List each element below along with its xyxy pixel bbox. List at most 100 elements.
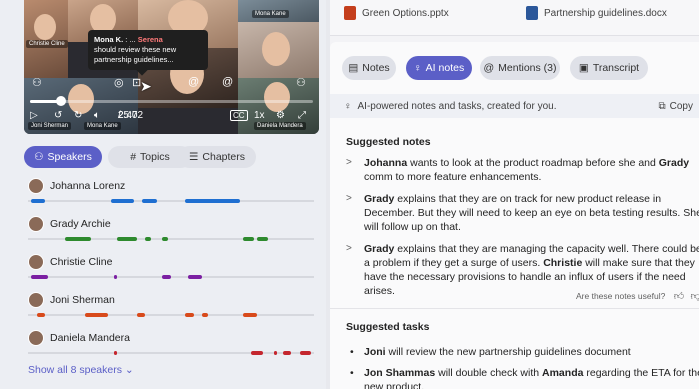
chevron-right-icon[interactable]: >: [346, 242, 352, 256]
feedback-question: Are these notes useful?: [576, 291, 666, 301]
progress-bar[interactable]: [30, 96, 313, 106]
settings-icon[interactable]: ⚙: [276, 110, 285, 121]
speaking-segment: [242, 313, 257, 317]
speaking-segment: [113, 275, 117, 279]
tab-transcript[interactable]: ▣ Transcript: [570, 56, 648, 80]
play-icon[interactable]: ▷: [30, 110, 38, 121]
suggested-note[interactable]: > Grady explains that they are on track f…: [346, 192, 699, 234]
chevron-down-icon: ⌄: [124, 364, 134, 376]
thumbs-up-icon[interactable]: 👍︎: [674, 291, 684, 302]
thumbs-down-icon[interactable]: 👎︎: [691, 291, 699, 302]
video-player[interactable]: Christie Cline Mona Kane Joni Sherman Mo…: [24, 0, 319, 134]
tab-chapters[interactable]: ☰ Chapters: [178, 146, 256, 168]
tab-ai-notes[interactable]: ♀ AI notes: [406, 56, 472, 80]
people-marker-icon[interactable]: ⚇: [32, 76, 42, 89]
speaker-row[interactable]: Grady Archie: [28, 216, 318, 254]
speaker-timeline[interactable]: [28, 275, 314, 279]
video-tile: Mona Kane: [238, 0, 319, 22]
suggested-note[interactable]: > Johanna wants to look at the product ro…: [346, 156, 699, 184]
show-all-speakers-link[interactable]: Show all 8 speakers ⌄: [28, 364, 134, 376]
speaking-segment: [30, 199, 46, 203]
right-panel: Green Options.pptx Partnership guideline…: [330, 0, 699, 389]
speaking-segment: [185, 313, 194, 317]
speaking-segment: [30, 275, 49, 279]
fullscreen-icon[interactable]: ⤢: [298, 110, 306, 121]
file-row: Green Options.pptx Partnership guideline…: [330, 0, 699, 36]
marker-row: ⚇ ◎ ⊡ @ @ ⚇: [24, 76, 319, 94]
speaker-name: Christie Cline: [50, 256, 113, 268]
avatar: [28, 330, 44, 346]
file-chip[interactable]: Partnership guidelines.docx: [526, 2, 667, 24]
speaking-segment: [142, 199, 157, 203]
speaking-segment: [256, 237, 269, 241]
comment-marker-icon[interactable]: ◎: [114, 76, 124, 89]
speaker-row[interactable]: Daniela Mandera: [28, 330, 318, 368]
speaker-timeline[interactable]: [28, 313, 314, 317]
speaker-row[interactable]: Joni Sherman: [28, 292, 318, 330]
video-tile: [238, 22, 319, 78]
suggested-task[interactable]: • Jon Shammas will double check with Aman…: [350, 366, 699, 389]
speaking-segment: [251, 351, 263, 355]
speaking-segment: [202, 313, 209, 317]
tile-name: Mona Kane: [252, 10, 289, 18]
mention-marker-icon[interactable]: @: [222, 76, 233, 88]
volume-icon[interactable]: 🔈︎: [94, 110, 100, 121]
tab-mentions[interactable]: @ Mentions (3): [480, 56, 560, 80]
tooltip-author: Mona K.: [94, 35, 124, 44]
mouse-cursor-icon: ➤: [140, 78, 152, 94]
file-chip[interactable]: Green Options.pptx: [344, 2, 449, 24]
avatar: [28, 292, 44, 308]
captions-icon[interactable]: CC: [230, 110, 248, 121]
chevron-right-icon[interactable]: >: [346, 156, 352, 170]
speaking-segment: [116, 237, 137, 241]
lightbulb-icon: ♀: [344, 100, 352, 112]
note-text: Johanna wants to look at the product roa…: [364, 157, 690, 183]
video-tile: Christie Cline: [24, 0, 68, 78]
speaking-segment: [188, 275, 203, 279]
speaking-segment: [113, 351, 117, 355]
tab-speakers[interactable]: ⚇ Speakers: [24, 146, 102, 168]
speaker-name: Joni Sherman: [50, 294, 115, 306]
speaker-name: Grady Archie: [50, 218, 111, 230]
left-panel: Christie Cline Mona Kane Joni Sherman Mo…: [0, 0, 326, 389]
chapters-icon: ☰: [188, 151, 199, 163]
at-icon: @: [483, 62, 495, 74]
tab-notes[interactable]: ▤ Notes: [342, 56, 396, 80]
speakers-icon: ⚇: [34, 151, 44, 163]
speaking-segment: [282, 351, 292, 355]
avatar: [28, 216, 44, 232]
speaking-segment: [36, 313, 46, 317]
player-controls: ▷ ↺ ↻ 🔈︎ 2:47 / 25:02 CC 1x ⚙ ⤢: [30, 110, 306, 121]
people-marker-icon[interactable]: ⚇: [296, 76, 306, 89]
speaker-row[interactable]: Johanna Lorenz: [28, 178, 318, 216]
tooltip-text: should review these new partnership guid…: [94, 45, 177, 64]
mention-marker-icon[interactable]: @: [188, 76, 199, 88]
speaking-segment: [85, 313, 109, 317]
suggested-task[interactable]: • Joni will review the new partnership gu…: [350, 345, 699, 359]
speaker-timeline[interactable]: [28, 199, 314, 203]
avatar: [28, 178, 44, 194]
forward-icon[interactable]: ↻: [74, 110, 82, 121]
tooltip-mention: Serena: [137, 35, 163, 44]
speaking-segment: [65, 237, 91, 241]
chevron-right-icon[interactable]: >: [346, 192, 352, 206]
note-text: Grady explains that they are on track fo…: [364, 193, 699, 233]
tooltip-sep: : ...: [123, 35, 138, 44]
avatar: [28, 254, 44, 270]
speed-button[interactable]: 1x: [254, 110, 265, 121]
rewind-icon[interactable]: ↺: [54, 110, 62, 121]
feedback-row: Are these notes useful? 👍︎ 👎︎: [576, 290, 699, 302]
task-text: Jon Shammas will double check with Amand…: [364, 367, 699, 389]
ai-notes-panel: ▤ Notes ♀ AI notes @ Mentions (3) ▣ Transcri…: [330, 42, 699, 389]
speaker-timeline[interactable]: [28, 237, 314, 241]
speaker-row[interactable]: Christie Cline: [28, 254, 318, 292]
suggested-notes-title: Suggested notes: [346, 136, 431, 148]
speaker-timeline[interactable]: [28, 351, 314, 355]
copy-button[interactable]: ⧉ Copy: [659, 101, 694, 112]
speaking-segment: [299, 351, 312, 355]
lightbulb-icon: ♀: [413, 62, 422, 74]
docx-icon: [526, 6, 538, 20]
speaking-segment: [162, 237, 169, 241]
bullet-icon: •: [350, 367, 354, 379]
comment-tooltip: Mona K. : ... Serena should review these…: [88, 30, 208, 76]
